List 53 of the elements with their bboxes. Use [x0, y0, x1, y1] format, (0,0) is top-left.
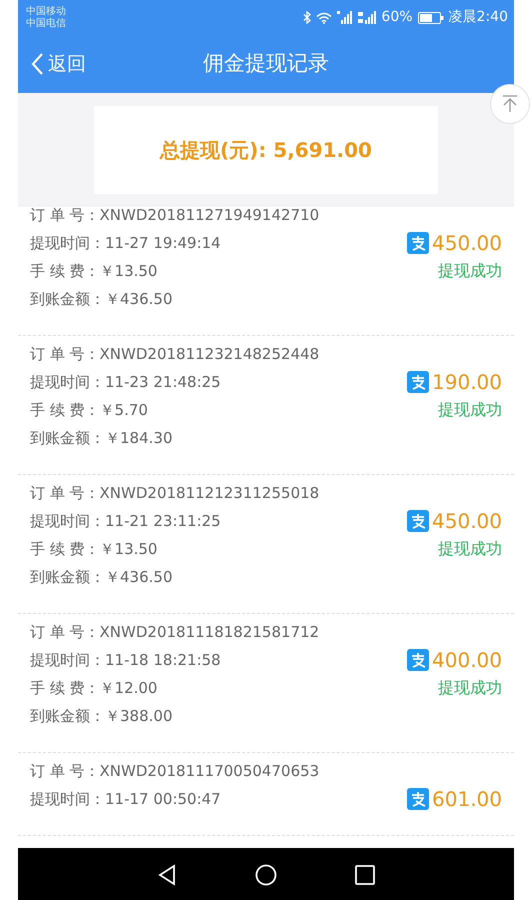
page-title: 佣金提现记录 — [203, 50, 329, 78]
withdrawal-amount: 190.00 — [432, 369, 502, 396]
record-line: 提现时间：11-21 23:11:25 — [30, 511, 222, 532]
record-line: 到账金额：￥388.00 — [30, 706, 174, 727]
record-line: 提现时间：11-23 21:48:25 — [30, 372, 222, 393]
record-line: 提现时间：11-27 19:49:14 — [30, 233, 222, 254]
withdrawal-amount: 450.00 — [432, 230, 502, 257]
signal-icon — [358, 11, 376, 24]
battery-icon — [418, 12, 444, 24]
record-line: 订 单 号：XNWD201811181821581712 — [30, 622, 320, 643]
withdrawal-amount: 450.00 — [432, 508, 502, 535]
record-line: 订 单 号：XNWD201811232148252448 — [30, 344, 320, 365]
triangle-back-icon — [157, 864, 177, 886]
record-line: 订 单 号：XNWD201811212311255018 — [30, 483, 320, 504]
record-line: 手 续 费：￥13.50 — [30, 539, 158, 560]
record-line: 到账金额：￥436.50 — [30, 289, 174, 310]
record-line: 手 续 费：￥12.00 — [30, 678, 158, 699]
chevron-left-icon — [30, 52, 44, 76]
signal-icon — [337, 11, 354, 24]
record-line: 提现时间：11-18 18:21:58 — [30, 650, 222, 671]
carrier-name: 中国电信 — [26, 18, 66, 30]
back-nav-button[interactable] — [157, 862, 177, 886]
bluetooth-icon — [303, 11, 312, 24]
carrier-name: 中国移动 — [26, 6, 66, 18]
status-text: 提现成功 — [438, 538, 502, 560]
status-text: 提现成功 — [438, 677, 502, 699]
wifi-icon — [316, 12, 332, 24]
alipay-icon — [407, 232, 430, 254]
circle-home-icon — [255, 864, 277, 886]
scroll-top-button[interactable] — [490, 84, 530, 124]
alipay-icon — [407, 371, 430, 393]
status-text: 提现成功 — [438, 260, 502, 282]
battery-percent: 60% — [381, 8, 413, 27]
clock-time: 凌晨2:40 — [448, 8, 508, 27]
alipay-icon — [407, 510, 430, 532]
record-line: 到账金额：￥436.50 — [30, 567, 174, 588]
withdrawal-amount: 400.00 — [432, 647, 502, 674]
status-text: 提现成功 — [438, 399, 502, 421]
record-line: 订 单 号：XNWD201811271949142710 — [30, 207, 320, 226]
back-button[interactable]: 返回 — [30, 50, 86, 78]
record-line: 手 续 费：￥5.70 — [30, 400, 149, 421]
arrow-up-icon — [502, 95, 518, 113]
withdrawal-amount: 601.00 — [432, 786, 502, 813]
home-nav-button[interactable] — [255, 862, 277, 886]
record-line: 手 续 费：￥13.50 — [30, 261, 158, 282]
recents-nav-button[interactable] — [355, 862, 375, 886]
total-withdrawal: 总提现(元): 5,691.00 — [160, 137, 372, 164]
square-recents-icon — [355, 864, 375, 885]
record-line: 提现时间：11-17 00:50:47 — [30, 789, 222, 810]
alipay-icon — [407, 788, 430, 810]
record-line: 订 单 号：XNWD201811170050470653 — [30, 761, 320, 782]
record-line: 到账金额：￥184.30 — [30, 428, 174, 449]
alipay-icon — [407, 649, 430, 671]
